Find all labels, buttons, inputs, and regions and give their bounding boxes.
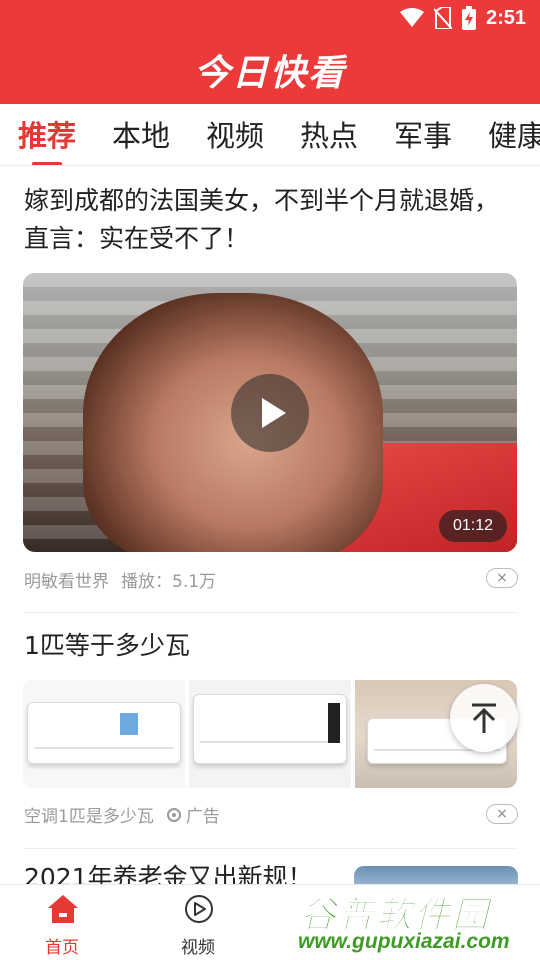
video-play-icon [185, 895, 213, 923]
article-meta: 明敏看世界 播放：5.1万 [24, 567, 216, 592]
ad-image-1 [23, 680, 185, 788]
tab-recommend[interactable]: 推荐 [18, 116, 76, 156]
category-tabs: 推荐 本地 视频 热点 军事 健康 [0, 104, 540, 166]
arrow-up-icon [472, 703, 496, 733]
ad-image-row[interactable] [23, 680, 517, 788]
play-icon[interactable] [231, 374, 309, 452]
active-tab-indicator [32, 162, 62, 165]
nav-video[interactable]: 视频 [148, 893, 248, 958]
dismiss-button[interactable]: × [486, 568, 518, 588]
ad-image-2 [189, 680, 351, 788]
tab-hot[interactable]: 热点 [300, 116, 358, 156]
feed-divider [24, 848, 518, 849]
app-header: 今日快看 [0, 36, 540, 104]
battery-charging-icon [461, 6, 476, 30]
status-time: 2:51 [485, 6, 526, 29]
ad-badge: 广告 [166, 802, 220, 827]
feed-divider [24, 612, 518, 613]
back-to-top-button[interactable] [450, 684, 518, 752]
dismiss-button[interactable]: × [486, 804, 518, 824]
tab-local[interactable]: 本地 [112, 116, 170, 156]
wifi-icon [399, 8, 424, 27]
watermark: 谷普软件园 www.gupuxiazai.com [292, 884, 540, 960]
tab-military[interactable]: 军事 [394, 116, 452, 156]
article-source: 明敏看世界 [24, 572, 109, 592]
home-icon [48, 895, 78, 923]
ad-icon [166, 807, 181, 822]
nav-home-label: 首页 [45, 938, 79, 958]
article-title[interactable]: 嫁到成都的法国美女，不到半个月就退婚，直言：实在受不了！ [24, 182, 518, 258]
status-icons: 2:51 [399, 6, 526, 30]
video-thumbnail[interactable]: 01:12 [23, 273, 517, 552]
no-sim-icon [433, 7, 452, 29]
air-conditioner-image [193, 694, 347, 764]
app-title: 今日快看 [193, 53, 346, 94]
nav-video-label: 视频 [181, 938, 215, 958]
nav-home[interactable]: 首页 [12, 893, 112, 958]
tab-health[interactable]: 健康 [488, 116, 540, 156]
ad-source: 空调1匹是多少瓦 [24, 807, 154, 827]
status-bar: 2:51 [0, 0, 540, 36]
ad-title[interactable]: 1匹等于多少瓦 [24, 627, 518, 665]
video-duration: 01:12 [439, 510, 507, 542]
ad-label: 广告 [185, 807, 220, 827]
air-conditioner-image [27, 702, 181, 764]
watermark-url: www.gupuxiazai.com [298, 930, 510, 953]
article-thumbnail[interactable] [354, 866, 518, 886]
ad-meta: 空调1匹是多少瓦 广告 [24, 802, 220, 827]
play-count: 播放：5.1万 [121, 572, 217, 592]
tab-video[interactable]: 视频 [206, 116, 264, 156]
